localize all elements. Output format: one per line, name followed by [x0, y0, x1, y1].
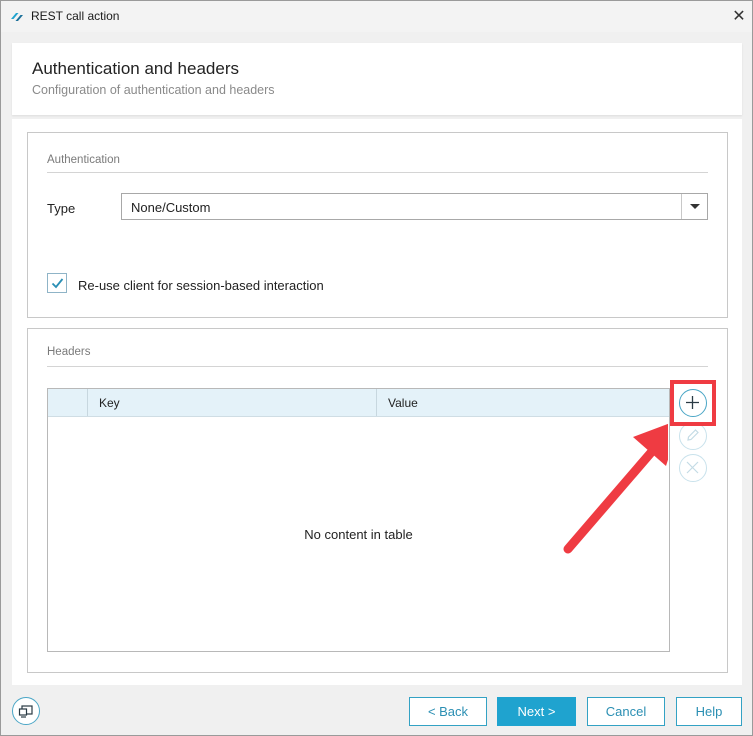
page-subtitle: Configuration of authentication and head…: [32, 83, 275, 97]
title-bar: REST call action ✕: [1, 1, 752, 32]
authentication-section: Authentication Type None/Custom Re-use c…: [27, 132, 728, 318]
dialog-window: REST call action ✕ Authentication and he…: [0, 0, 753, 736]
content-area: Authentication Type None/Custom Re-use c…: [12, 119, 742, 685]
value-column-header[interactable]: Value: [377, 389, 669, 416]
remove-header-button[interactable]: [679, 454, 707, 482]
headers-section: Headers Key Value No content in table: [27, 328, 728, 673]
page-title: Authentication and headers: [32, 59, 239, 78]
page-header: Authentication and headers Configuration…: [12, 43, 742, 115]
next-button[interactable]: Next >: [497, 697, 576, 726]
plus-icon: [686, 396, 699, 409]
help-button[interactable]: Help: [676, 697, 742, 726]
table-header-row: Key Value: [48, 389, 669, 417]
add-header-button[interactable]: [679, 389, 707, 417]
reuse-client-label: Re-use client for session-based interact…: [78, 278, 324, 293]
section-divider: [47, 366, 708, 367]
reuse-client-checkbox[interactable]: [47, 273, 67, 293]
type-select[interactable]: None/Custom: [121, 193, 708, 220]
screen-capture-button[interactable]: [12, 697, 40, 725]
window-title: REST call action: [31, 9, 120, 23]
double-chevron-logo-icon: [10, 10, 24, 24]
authentication-section-label: Authentication: [47, 154, 120, 166]
type-select-value: None/Custom: [131, 200, 211, 215]
section-divider: [47, 172, 708, 173]
back-button[interactable]: < Back: [409, 697, 487, 726]
empty-table-message: No content in table: [304, 527, 413, 542]
cancel-button[interactable]: Cancel: [587, 697, 665, 726]
headers-section-label: Headers: [47, 346, 91, 358]
checkmark-icon: [51, 278, 64, 289]
headers-table: Key Value No content in table: [47, 388, 670, 652]
edit-header-button[interactable]: [679, 422, 707, 450]
monitor-icon: [18, 705, 33, 718]
dialog-footer: < Back Next > Cancel Help: [1, 691, 752, 735]
key-column-header[interactable]: Key: [88, 389, 377, 416]
type-label: Type: [47, 201, 76, 216]
select-column-header[interactable]: [48, 389, 88, 416]
close-circle-icon: [686, 461, 699, 474]
chevron-down-icon[interactable]: [681, 194, 707, 219]
close-icon[interactable]: ✕: [729, 7, 749, 27]
pencil-icon: [687, 429, 699, 441]
